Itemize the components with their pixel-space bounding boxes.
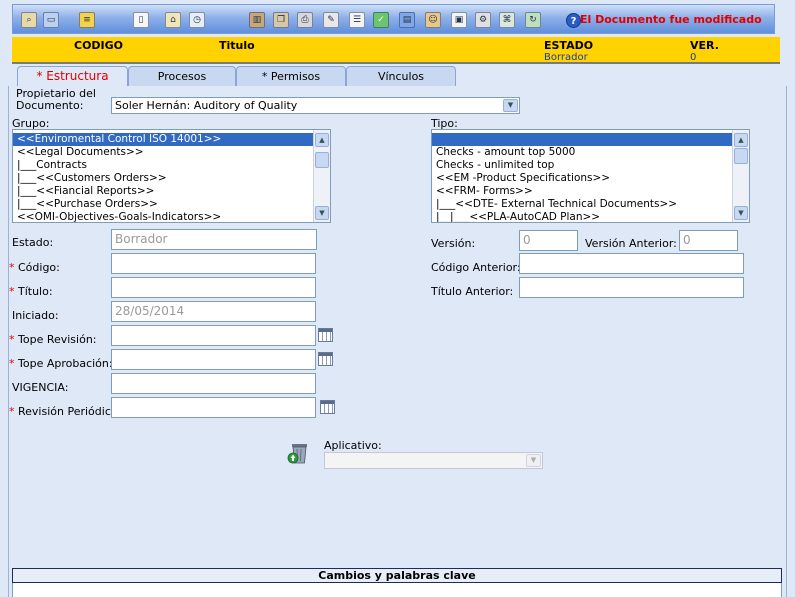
tipo-listbox[interactable]: Checks - amount top 5000 Checks - unlimi… [431, 129, 750, 223]
check-icon[interactable]: ✓ [373, 12, 389, 28]
scroll-up-icon[interactable]: ▲ [315, 133, 329, 147]
scroll-thumb[interactable] [315, 152, 329, 168]
refresh-icon[interactable]: ↻ [525, 12, 541, 28]
codigo-header: CODIGO [74, 39, 124, 52]
list-item[interactable]: |___<<Customers Orders>> [13, 172, 330, 185]
tab-permisos[interactable]: * Permisos [236, 66, 346, 87]
aplicativo-label: Aplicativo: [324, 439, 382, 452]
settings-icon[interactable]: ⚙ [475, 12, 491, 28]
document-header: CODIGO Titulo ESTADO Borrador VER. 0 [12, 37, 780, 64]
codigo-label: * Código: [9, 261, 60, 274]
titulo-input[interactable] [111, 277, 316, 298]
chevron-down-icon[interactable]: ▼ [526, 454, 541, 467]
tab-estructura[interactable]: * Estructura [17, 66, 128, 88]
notes-icon[interactable]: ≡ [79, 12, 95, 28]
propietario-label: Propietario del Documento: [16, 88, 96, 112]
tope-revision-input[interactable] [111, 325, 316, 346]
print-icon[interactable]: ⎙ [297, 12, 313, 28]
home-icon[interactable]: ⌂ [165, 12, 181, 28]
list-item[interactable]: Checks - unlimited top [432, 159, 749, 172]
list-item[interactable]: <<OMI-Objectives-Goals-Indicators>> [13, 211, 330, 222]
version-anterior-label: Versión Anterior: [585, 237, 677, 250]
trash-icon[interactable] [287, 441, 309, 465]
iniciado-label: Iniciado: [12, 309, 59, 322]
list-item[interactable]: |__|___<<PLA-AutoCAD Plan>> [432, 211, 749, 222]
scrollbar[interactable]: ▲ ▼ [732, 130, 749, 222]
calendar-icon[interactable] [318, 352, 333, 366]
list-item[interactable]: |___<<Fiancial Reports>> [13, 185, 330, 198]
list-item[interactable]: <<EM -Product Specifications>> [432, 172, 749, 185]
estado-field: Borrador [111, 229, 317, 250]
text-icon[interactable]: ☰ [349, 12, 365, 28]
list-item[interactable] [432, 133, 749, 146]
tope-revision-label: * Tope Revisión: [9, 333, 97, 346]
aplicativo-select[interactable]: ▼ [324, 452, 543, 469]
list-item[interactable]: |___<<Purchase Orders>> [13, 198, 330, 211]
tope-aprobacion-label: * Tope Aprobación: [9, 357, 113, 370]
codigo-anterior-input[interactable] [519, 253, 744, 274]
estado-label: Estado: [12, 236, 54, 249]
attach-icon[interactable]: ⌘ [499, 12, 515, 28]
calendar-icon[interactable] [320, 400, 335, 414]
list-item[interactable]: <<Enviromental Control ISO 14001>> [13, 133, 330, 146]
revision-periodica-input[interactable] [111, 397, 316, 418]
users-icon[interactable]: ☺ [425, 12, 441, 28]
document-icon[interactable]: ▯ [133, 12, 149, 28]
version-value: 0 [690, 52, 697, 63]
grupo-listbox[interactable]: <<Enviromental Control ISO 14001>> <<Leg… [12, 129, 331, 223]
modified-message: El Documento fue modificado [580, 13, 762, 26]
scroll-up-icon[interactable]: ▲ [734, 133, 748, 147]
propietario-select[interactable]: Soler Hernán: Auditory of Quality ▼ [111, 97, 520, 114]
history-icon[interactable]: ◷ [189, 12, 205, 28]
copy-icon[interactable]: ❐ [273, 12, 289, 28]
search-icon[interactable]: ⌕ [21, 12, 37, 28]
iniciado-field: 28/05/2014 [111, 301, 316, 322]
estado-value: Borrador [544, 52, 588, 63]
scroll-down-icon[interactable]: ▼ [734, 206, 748, 220]
propietario-value: Soler Hernán: Auditory of Quality [115, 99, 298, 112]
list-item[interactable]: <<Legal Documents>> [13, 146, 330, 159]
calendar-icon[interactable] [318, 328, 333, 342]
version-header: VER. [690, 39, 719, 52]
tab-vinculos[interactable]: Vínculos [346, 66, 456, 87]
cambios-textarea[interactable] [12, 583, 782, 597]
version-label: Versión: [431, 237, 476, 250]
titulo-anterior-input[interactable] [519, 277, 744, 298]
books-icon[interactable]: ▥ [249, 12, 265, 28]
list-item[interactable]: Checks - amount top 5000 [432, 146, 749, 159]
list-item[interactable]: |___Contracts [13, 159, 330, 172]
preview-icon[interactable]: ▭ [43, 12, 59, 28]
list-item[interactable]: <<FRM- Forms>> [432, 185, 749, 198]
revision-periodica-label: * Revisión Periódica: [9, 405, 122, 418]
titulo-anterior-label: Título Anterior: [431, 285, 514, 298]
version-field: 0 [519, 230, 578, 251]
cambios-header: Cambios y palabras clave [12, 568, 782, 583]
version-anterior-field: 0 [679, 230, 738, 251]
chevron-down-icon[interactable]: ▼ [503, 99, 518, 112]
scroll-down-icon[interactable]: ▼ [315, 206, 329, 220]
codigo-anterior-label: Código Anterior: [431, 261, 521, 274]
help-icon[interactable]: ? [566, 13, 581, 28]
propietario-label-line2: Documento: [16, 99, 84, 112]
vigencia-input[interactable] [111, 373, 316, 394]
scrollbar[interactable]: ▲ ▼ [313, 130, 330, 222]
codigo-input[interactable] [111, 253, 316, 274]
edit-icon[interactable]: ✎ [323, 12, 339, 28]
list-item[interactable]: |___<<DTE- External Technical Documents>… [432, 198, 749, 211]
vigencia-label: VIGENCIA: [12, 381, 69, 394]
tab-procesos[interactable]: Procesos [128, 66, 236, 87]
scroll-thumb[interactable] [734, 148, 748, 164]
card-icon[interactable]: ▣ [451, 12, 467, 28]
titulo-header: Titulo [219, 39, 255, 52]
titulo-label: * Título: [9, 285, 53, 298]
toolbar: ⌕ ▭ ≡ ▯ ⌂ ◷ ▥ ❐ ⎙ ✎ ☰ ✓ ▤ ☺ ▣ ⚙ ⌘ ↻ ? El… [12, 4, 775, 34]
tope-aprobacion-input[interactable] [111, 349, 316, 370]
estado-header: ESTADO [544, 39, 594, 52]
doc-blue-icon[interactable]: ▤ [399, 12, 415, 28]
